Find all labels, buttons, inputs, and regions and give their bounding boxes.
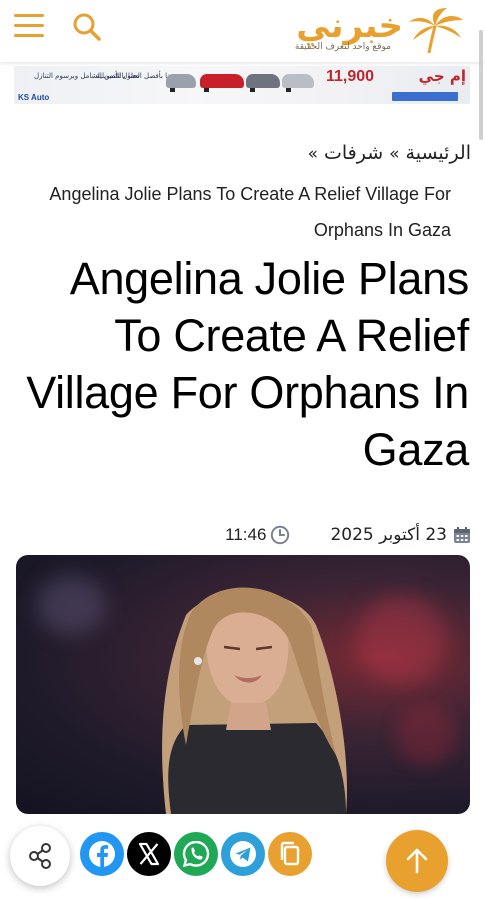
article-time: 11:46 [225,525,267,544]
hamburger-menu-icon[interactable] [14,14,44,40]
search-icon[interactable] [72,12,102,42]
whatsapp-icon [182,840,210,868]
copy-icon [280,841,300,866]
ad-brand: إم جي [418,67,466,85]
x-icon [138,842,160,866]
x-share-button[interactable] [127,832,171,876]
breadcrumb-home[interactable]: الرئيسية [406,142,471,164]
breadcrumb-current: Angelina Jolie Plans To Create A Relief … [49,184,451,240]
logo-tagline: موقع واحد لتعرف الحقيقة [294,42,391,52]
breadcrumb: الرئيسية»شرفات» [302,142,471,164]
breadcrumb-separator: » [307,144,322,164]
article-date: 23 أكتوبر 2025 [330,525,447,545]
telegram-icon [230,841,256,867]
ad-strip [392,92,458,101]
share-button[interactable] [10,826,70,886]
article-title: Angelina Jolie Plans To Create A Relief … [26,253,469,475]
facebook-share-button[interactable] [80,832,124,876]
logo-text: خبرني [296,6,403,46]
ad-text-2: معنا بأفضل الحلول التمويلية [96,72,177,80]
site-logo[interactable]: خبرني موقع واحد لتعرف الحقيقة [250,6,465,56]
site-header: خبرني موقع واحد لتعرف الحقيقة [0,0,485,62]
ad-car-image [200,74,244,92]
ad-car-image [282,74,314,92]
share-icon [29,843,51,869]
telegram-share-button[interactable] [221,832,265,876]
ad-price: 11,900 [326,68,375,85]
whatsapp-share-button[interactable] [174,832,218,876]
ad-car-image [246,74,280,92]
breadcrumb-section[interactable]: شرفات [324,142,383,164]
ad-logo: KS Auto [18,93,50,102]
article-hero-image [16,555,470,814]
calendar-icon [453,526,471,544]
copy-link-button[interactable] [268,832,312,876]
article-meta: 23 أكتوبر 2025 11:46 [225,522,471,548]
palm-tree-logo-icon [407,6,465,54]
page-scrollbar[interactable] [479,30,483,140]
facebook-icon [89,841,115,867]
ad-banner[interactable]: KS Auto معنا بالتأمين الشامل وبرسوم التن… [14,66,470,104]
woman-portrait-illustration [162,587,347,814]
scroll-to-top-button[interactable] [386,830,448,892]
breadcrumb-separator: » [389,144,403,164]
ad-car-image [166,74,196,92]
clock-icon [270,525,290,545]
arrow-up-icon [406,848,428,874]
share-bar [0,822,485,900]
